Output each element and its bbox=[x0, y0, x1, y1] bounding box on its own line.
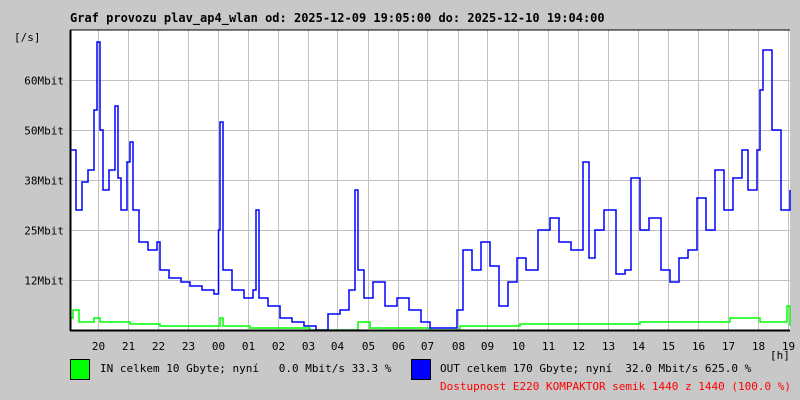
y-tick-labels: 12Mbit 25Mbit 38Mbit 50Mbit 60Mbit bbox=[24, 75, 64, 288]
x-tick-label: 05 bbox=[362, 340, 375, 353]
y-tick-label: 12Mbit bbox=[24, 275, 64, 288]
availability-text: Dostupnost E220 KOMPAKTOR semik 1440 z 1… bbox=[440, 380, 791, 393]
x-tick-label: 21 bbox=[122, 340, 135, 353]
x-tick-label: 13 bbox=[602, 340, 615, 353]
y-tick-label: 25Mbit bbox=[24, 225, 64, 238]
y-tick-label: 60Mbit bbox=[24, 75, 64, 88]
y-tick-label: 50Mbit bbox=[24, 125, 64, 138]
x-tick-label: 18 bbox=[752, 340, 765, 353]
x-tick-label: 16 bbox=[692, 340, 705, 353]
x-tick-label: 07 bbox=[421, 340, 434, 353]
x-tick-label: 08 bbox=[452, 340, 465, 353]
x-tick-label: 00 bbox=[212, 340, 225, 353]
x-tick-label: 23 bbox=[182, 340, 195, 353]
legend-out-swatch bbox=[411, 359, 431, 380]
x-tick-label: 20 bbox=[92, 340, 105, 353]
x-tick-label: 02 bbox=[272, 340, 285, 353]
traffic-chart: Graf provozu plav_ap4_wlan od: 2025-12-0… bbox=[14, 11, 795, 393]
x-tick-label: 12 bbox=[572, 340, 585, 353]
x-axis-unit: [h] bbox=[770, 349, 790, 362]
x-tick-label: 17 bbox=[722, 340, 735, 353]
x-tick-labels: 20 21 22 23 00 01 02 03 04 05 06 07 08 09 10 11 12 13 14 15… bbox=[92, 340, 795, 353]
legend-in-text: IN celkem 10 Gbyte; nyní 0.0 Mbit/s 33.3… bbox=[100, 362, 392, 375]
legend-out-text: OUT celkem 170 Gbyte; nyní 32.0 Mbit/s 6… bbox=[440, 362, 752, 375]
y-axis-unit: [/s] bbox=[14, 31, 41, 44]
x-tick-label: 22 bbox=[152, 340, 165, 353]
x-tick-label: 06 bbox=[392, 340, 405, 353]
legend-in-swatch bbox=[70, 359, 90, 380]
chart-title: Graf provozu plav_ap4_wlan od: 2025-12-0… bbox=[70, 11, 605, 26]
x-tick-label: 11 bbox=[542, 340, 555, 353]
x-tick-label: 03 bbox=[302, 340, 315, 353]
x-tick-label: 10 bbox=[512, 340, 525, 353]
x-tick-label: 15 bbox=[662, 340, 675, 353]
y-tick-label: 38Mbit bbox=[24, 175, 64, 188]
x-tick-label: 09 bbox=[481, 340, 494, 353]
x-tick-label: 01 bbox=[242, 340, 255, 353]
x-tick-label: 04 bbox=[331, 340, 345, 353]
x-tick-label: 14 bbox=[632, 340, 646, 353]
